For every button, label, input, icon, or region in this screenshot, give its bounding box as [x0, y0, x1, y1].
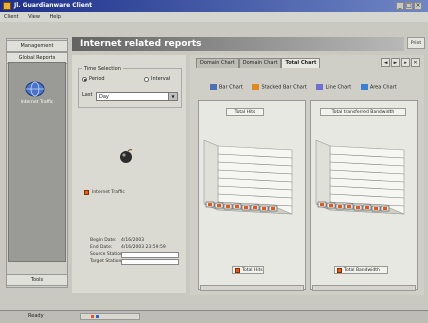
- tab-total-chart[interactable]: Total Chart: [281, 58, 321, 68]
- menu-view[interactable]: View: [24, 12, 44, 22]
- bandwidth-title: Total transferred Bandwidth: [320, 108, 406, 116]
- time-selection-group: [78, 68, 182, 108]
- stacked-bar-chart-button[interactable]: Stacked Bar Chart: [252, 84, 307, 91]
- bandwidth-legend-label: Total Bandwidth: [344, 268, 380, 273]
- chart-tabs: Domain Chart Domain Chart Total Chart: [196, 58, 321, 68]
- bandwidth-legend: Total Bandwidth: [334, 266, 388, 274]
- bandwidth-scrollbar[interactable]: [312, 285, 416, 291]
- prev-icon[interactable]: ◄: [381, 58, 390, 67]
- status-indicator: [80, 313, 140, 320]
- target-station-field[interactable]: [121, 259, 179, 265]
- total-hits-title: Total Hits: [226, 108, 264, 116]
- total-hits-legend: Total Hits: [232, 266, 264, 274]
- period-label: Period: [89, 76, 105, 82]
- tab-domain-chart-1[interactable]: Domain Chart: [196, 58, 239, 68]
- interval-label: Interval: [151, 76, 171, 82]
- total-hits-legend-label: Total Hits: [242, 268, 263, 273]
- source-station-label: Source Station:: [90, 252, 125, 257]
- management-button[interactable]: Management: [6, 40, 68, 52]
- last-period-value: Day: [99, 94, 109, 100]
- next-icon[interactable]: ►: [391, 58, 400, 67]
- area-chart-icon: [360, 84, 368, 90]
- stacked-bar-chart-label: Stacked Bar Chart: [261, 84, 307, 91]
- bar-chart-icon: [210, 84, 217, 90]
- line-chart-button[interactable]: Line Chart: [316, 84, 351, 91]
- close-tab-icon[interactable]: ✕: [411, 58, 420, 67]
- forward-icon[interactable]: ▸: [401, 58, 410, 67]
- end-date-label: End Date:: [90, 245, 113, 250]
- minimize-button[interactable]: _: [396, 2, 404, 10]
- bomb-icon: [120, 149, 133, 163]
- begin-date-label: Begin Date:: [90, 238, 117, 243]
- internet-traffic-icon[interactable]: [24, 80, 46, 98]
- close-button[interactable]: ×: [414, 2, 422, 10]
- status-text: Ready: [28, 313, 44, 319]
- interval-radio[interactable]: [144, 77, 149, 82]
- status-dot-blue: [96, 315, 99, 318]
- area-chart-button[interactable]: Area Chart: [360, 84, 397, 91]
- tab-domain-chart-2[interactable]: Domain Chart: [238, 58, 282, 68]
- status-dot-orange: [91, 315, 94, 318]
- total-hits-scrollbar[interactable]: [200, 285, 304, 291]
- app-icon: [3, 2, 11, 10]
- line-chart-label: Line Chart: [325, 84, 352, 91]
- begin-date-value: 4/16/2003: [121, 238, 145, 243]
- area-chart-label: Area Chart: [369, 84, 397, 91]
- tab-nav: ◄ ► ▸ ✕: [380, 58, 420, 67]
- end-date-value: 4/16/2003 23:59:59: [121, 245, 166, 250]
- title-bar: Jl. Guardianware Client: [0, 0, 428, 12]
- status-bar: [0, 310, 428, 323]
- bar-chart-label: Bar Chart: [219, 84, 243, 91]
- internet-traffic-legend: Internet Traffic: [92, 190, 125, 195]
- sidebar-item-internet-traffic[interactable]: Internet Traffic: [8, 100, 66, 105]
- period-radio[interactable]: [82, 77, 87, 82]
- bar-chart-button[interactable]: Bar Chart: [210, 84, 243, 91]
- window-title: Jl. Guardianware Client: [14, 2, 92, 9]
- bandwidth-chart: [315, 140, 405, 215]
- bandwidth-swatch: [337, 268, 342, 273]
- menu-client[interactable]: Client: [0, 12, 22, 22]
- total-hits-swatch: [235, 268, 240, 273]
- total-hits-chart: [203, 140, 293, 215]
- page-title: Internet related reports: [72, 37, 404, 51]
- maximize-button[interactable]: □: [405, 2, 413, 10]
- internet-traffic-swatch: [84, 190, 89, 195]
- menu-help[interactable]: Help: [46, 12, 65, 22]
- chart-type-toolbar: Bar Chart Stacked Bar Chart Line Chart A…: [210, 84, 405, 91]
- menu-bar: Client View Help: [0, 12, 428, 22]
- line-chart-icon: [316, 84, 324, 90]
- last-label: Last: [82, 92, 93, 98]
- time-selection-label: Time Selection: [82, 66, 123, 72]
- stacked-bar-chart-icon: [252, 84, 260, 90]
- target-station-label: Target Station:: [90, 259, 123, 264]
- last-period-select[interactable]: Day ▼: [96, 92, 178, 101]
- print-button[interactable]: Print: [407, 37, 425, 49]
- source-station-field[interactable]: [121, 252, 179, 258]
- tools-button[interactable]: Tools: [6, 274, 68, 286]
- chevron-down-icon[interactable]: ▼: [168, 93, 177, 100]
